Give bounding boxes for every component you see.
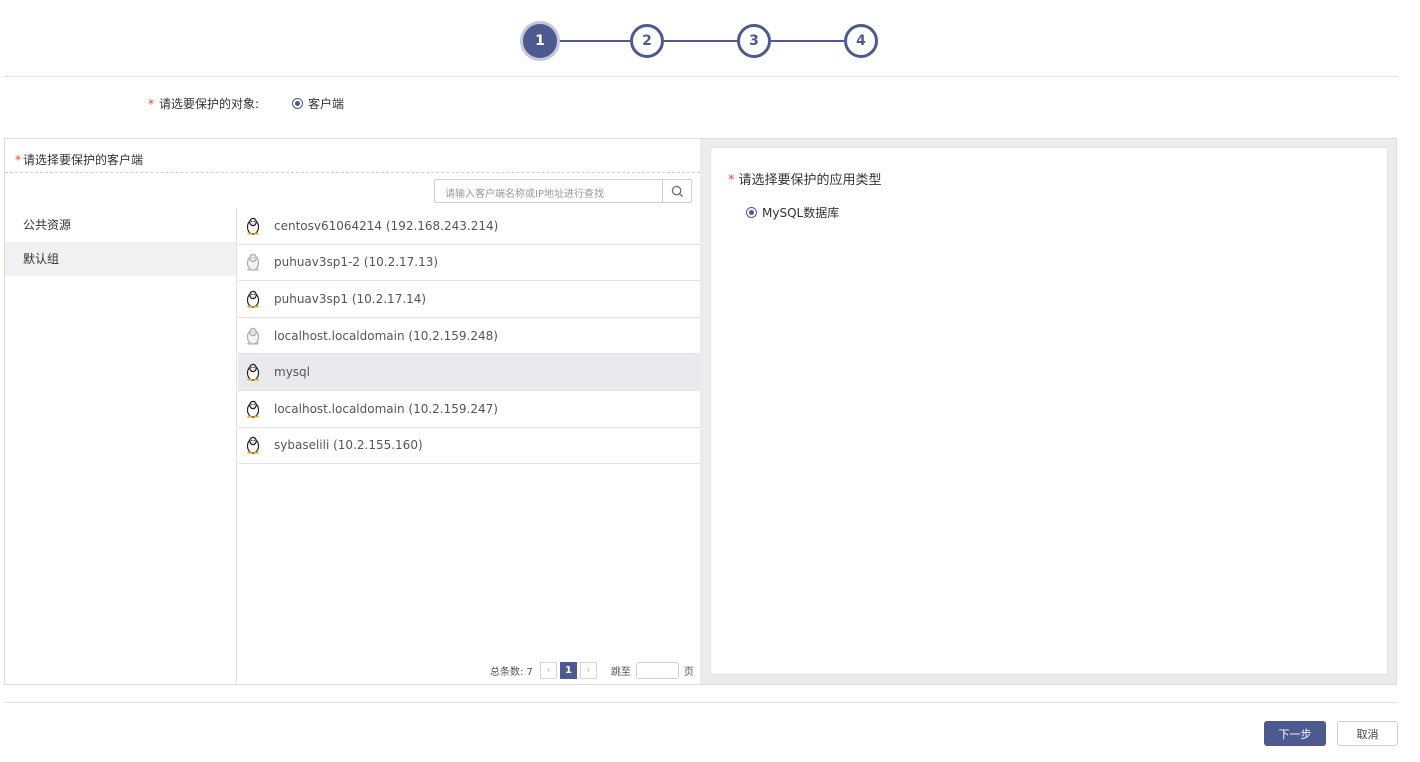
required-mark: * xyxy=(15,153,21,167)
linux-penguin-icon xyxy=(245,217,261,235)
linux-penguin-icon xyxy=(245,290,261,308)
app-type-title: * 请选择要保护的应用类型 xyxy=(728,169,882,188)
app-type-selector: * 请选择要保护的应用类型 MySQL数据库 xyxy=(710,147,1388,675)
group-item-public[interactable]: 公共资源 xyxy=(5,208,236,242)
search-icon xyxy=(671,185,683,197)
target-selection: * 请选要保护的对象: 客户端 xyxy=(148,95,344,112)
search-placeholder: 请输入客户端名称或IP地址进行查找 xyxy=(445,189,604,200)
selection-panel: * 请选择要保护的客户端 请输入客户端名称或IP地址进行查找 公共资源 默认组 c… xyxy=(4,138,1397,685)
next-step-button[interactable]: 下一步 xyxy=(1264,721,1326,746)
divider xyxy=(4,76,1398,77)
linux-penguin-icon xyxy=(245,436,261,454)
client-selector-title-text: 请选择要保护的客户端 xyxy=(23,153,144,167)
client-label: mysql xyxy=(274,365,310,380)
client-row[interactable]: puhuav3sp1 (10.2.17.14) xyxy=(238,281,700,318)
client-label: centosv61064214 (192.168.243.214) xyxy=(274,218,499,233)
client-label: localhost.localdomain (10.2.159.248) xyxy=(274,328,498,343)
client-search-input[interactable]: 请输入客户端名称或IP地址进行查找 xyxy=(434,179,692,203)
search-button[interactable] xyxy=(662,180,691,202)
linux-penguin-icon xyxy=(245,327,261,345)
client-row[interactable]: localhost.localdomain (10.2.159.248) xyxy=(238,318,700,355)
cancel-button[interactable]: 取消 xyxy=(1337,721,1398,746)
client-row[interactable]: localhost.localdomain (10.2.159.247) xyxy=(238,391,700,428)
step-2: 2 xyxy=(630,24,664,58)
client-row[interactable]: centosv61064214 (192.168.243.214) xyxy=(238,208,700,245)
client-selector: * 请选择要保护的客户端 请输入客户端名称或IP地址进行查找 公共资源 默认组 c… xyxy=(5,139,700,684)
client-list: centosv61064214 (192.168.243.214) puhuav3… xyxy=(238,208,700,465)
page-suffix: 页 xyxy=(683,667,694,678)
page-number[interactable]: 1 xyxy=(559,662,577,679)
linux-penguin-icon xyxy=(245,253,261,271)
group-item-default[interactable]: 默认组 xyxy=(5,242,236,276)
client-radio[interactable] xyxy=(292,98,304,109)
total-count: 总条数: 7 xyxy=(490,667,533,678)
client-selector-title: * 请选择要保护的客户端 xyxy=(15,151,143,168)
app-type-title-text: 请选择要保护的应用类型 xyxy=(738,173,882,188)
dashed-divider xyxy=(5,172,700,173)
pagination: 总条数: 7 ‹ 1 › 跳至 页 xyxy=(490,662,694,679)
group-list: 公共资源 默认组 xyxy=(5,208,237,684)
mysql-option[interactable]: MySQL数据库 xyxy=(746,204,839,221)
stepper: 1 2 3 4 xyxy=(523,24,879,58)
linux-penguin-icon xyxy=(245,400,261,418)
client-label: puhuav3sp1 (10.2.17.14) xyxy=(274,291,427,306)
client-radio-label[interactable]: 客户端 xyxy=(308,95,344,112)
client-row[interactable]: sybaselili (10.2.155.160) xyxy=(238,428,700,465)
page-jump-input[interactable] xyxy=(635,662,679,679)
prev-page-button[interactable]: ‹ xyxy=(539,662,557,679)
step-connector xyxy=(557,40,630,42)
target-label: 请选要保护的对象: xyxy=(159,97,260,111)
mysql-radio-label[interactable]: MySQL数据库 xyxy=(762,204,839,221)
step-connector xyxy=(664,40,737,42)
client-label: puhuav3sp1-2 (10.2.17.13) xyxy=(274,255,439,270)
step-connector xyxy=(771,40,844,42)
linux-penguin-icon xyxy=(245,363,261,381)
client-row[interactable]: puhuav3sp1-2 (10.2.17.13) xyxy=(238,245,700,282)
required-mark: * xyxy=(148,96,154,111)
next-page-button[interactable]: › xyxy=(579,662,597,679)
jump-label: 跳至 xyxy=(610,667,631,678)
mysql-radio[interactable] xyxy=(746,207,757,218)
client-row[interactable]: mysql xyxy=(238,354,700,391)
step-1: 1 xyxy=(523,24,557,58)
client-label: sybaselili (10.2.155.160) xyxy=(274,438,423,453)
required-mark: * xyxy=(728,173,735,188)
footer-divider xyxy=(4,702,1398,703)
step-3: 3 xyxy=(737,24,771,58)
step-4: 4 xyxy=(844,24,878,58)
client-label: localhost.localdomain (10.2.159.247) xyxy=(274,401,498,416)
